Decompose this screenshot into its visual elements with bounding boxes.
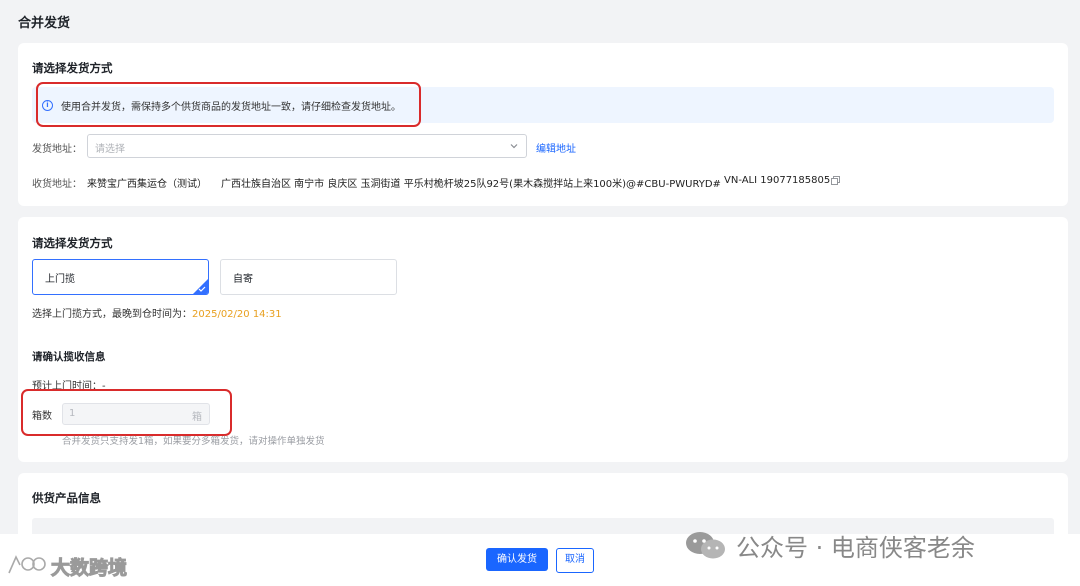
highlight-box-box-count <box>21 389 232 436</box>
copy-icon[interactable] <box>831 176 840 185</box>
box-count-hint: 合并发货只支持发1箱，如果要分多箱发货，请对操作单独发货 <box>62 436 325 447</box>
ship-from-placeholder: 请选择 <box>95 144 125 155</box>
deadline-prefix: 选择上门揽方式，最晚到仓时间为： <box>32 309 192 320</box>
page-title: 合并发货 <box>18 16 71 31</box>
cancel-button[interactable]: 取消 <box>556 548 594 573</box>
edit-address-link[interactable]: 编辑地址 <box>536 140 576 155</box>
ship-from-select[interactable]: 请选择 <box>87 134 527 158</box>
option-self-send-label: 自寄 <box>233 274 253 285</box>
watermark-logo-icon <box>8 555 46 574</box>
receiver-address: 广西壮族自治区 南宁市 良庆区 玉洞街道 平乐村桅杆坡25队92号(果木森搅拌站… <box>221 179 721 190</box>
deadline-value: 2025/02/20 14:31 <box>192 309 282 320</box>
product-section-title: 供货产品信息 <box>32 491 101 505</box>
receiver-label: 收货地址： <box>32 179 82 190</box>
receiver-phone: VN-ALI 19077185805 <box>724 175 831 186</box>
confirm-ship-button[interactable]: 确认发货 <box>486 548 548 571</box>
deadline-line: 选择上门揽方式，最晚到仓时间为：2025/02/20 14:31 <box>32 305 282 320</box>
check-icon <box>198 286 206 292</box>
receiver-name: 来赞宝广西集运仓（测试） <box>87 179 207 190</box>
wechat-icon <box>686 532 725 559</box>
ship-from-label: 发货地址： <box>32 144 82 155</box>
confirm-pickup-title: 请确认揽收信息 <box>32 351 106 363</box>
method-card: 请选择发货方式 上门揽 自寄 选择上门揽方式，最晚到仓时间为：2025/02/2… <box>18 217 1068 462</box>
watermark-right-text: 公众号 · 电商侠客老余 <box>736 534 975 562</box>
method-section-title: 请选择发货方式 <box>32 236 113 250</box>
highlight-box-notice <box>36 82 421 127</box>
chevron-down-icon <box>510 144 518 149</box>
address-card: 请选择发货方式 i 使用合并发货，需保持多个供货商品的发货地址一致，请仔细检查发… <box>18 43 1068 206</box>
address-section-title: 请选择发货方式 <box>32 61 113 75</box>
option-self-send[interactable]: 自寄 <box>220 259 397 295</box>
watermark-left-text: 大数跨境 <box>50 557 128 580</box>
option-door-pickup-label: 上门揽 <box>45 274 75 285</box>
option-door-pickup[interactable]: 上门揽 <box>32 259 209 295</box>
